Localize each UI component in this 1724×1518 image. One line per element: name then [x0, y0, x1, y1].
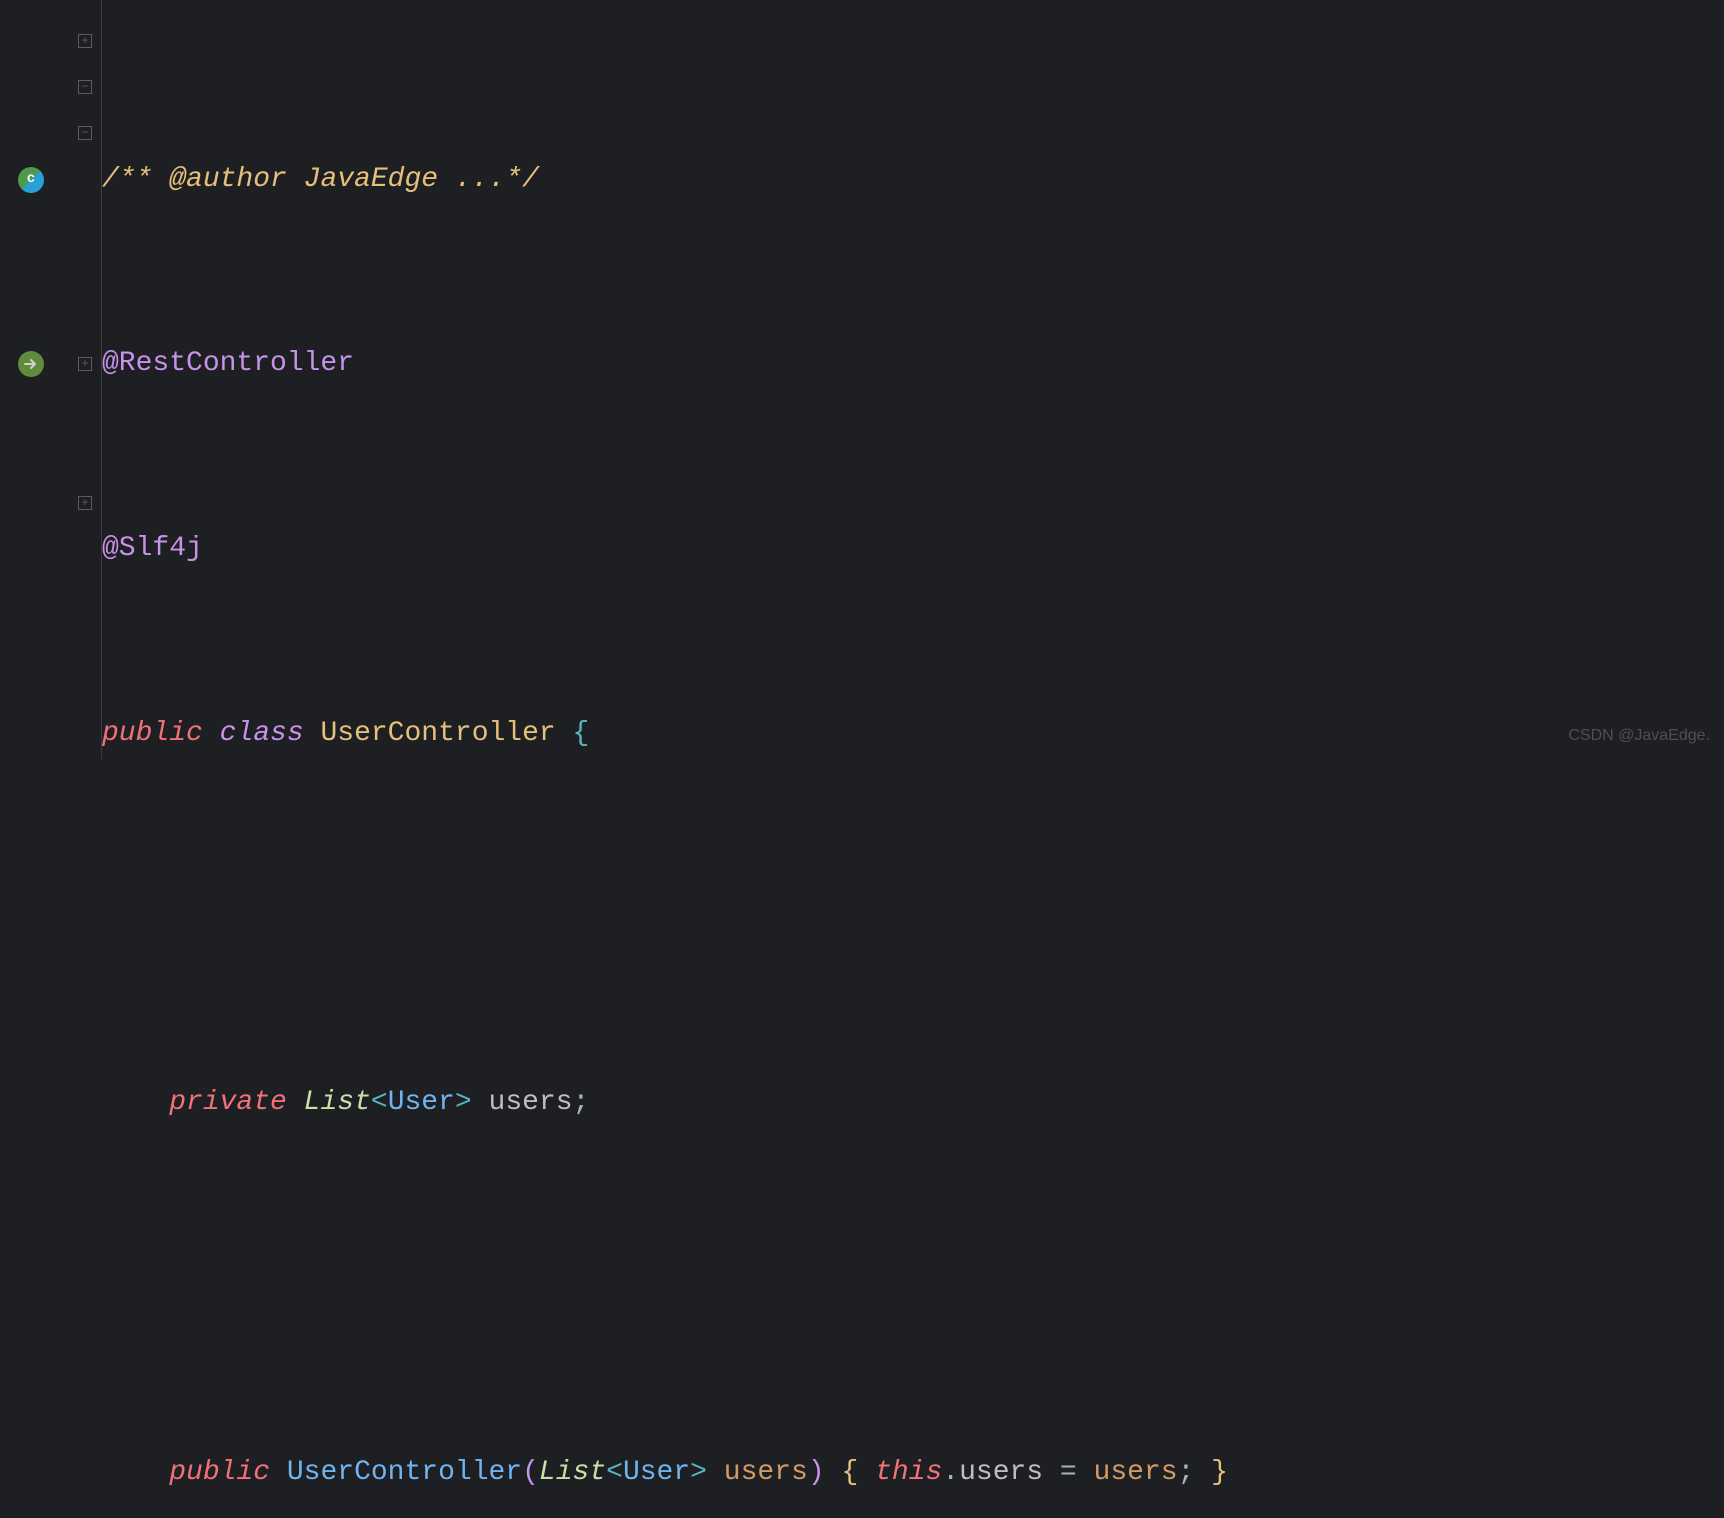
brace: {	[573, 711, 590, 757]
annotation: @Slf4j	[102, 526, 203, 572]
fold-expand-icon[interactable]	[78, 496, 92, 510]
fold-collapse-icon[interactable]	[78, 126, 92, 140]
class-name: UserController	[320, 711, 555, 757]
param-name: users	[724, 1450, 808, 1496]
code-line[interactable]: @RestController	[102, 341, 1228, 387]
keyword-public: public	[102, 711, 203, 757]
angle-bracket: <	[606, 1450, 623, 1496]
gutter-divider	[101, 0, 102, 759]
field-name: users	[489, 1080, 573, 1126]
code-line[interactable]: /** @author JavaEdge ...*/	[102, 157, 1228, 203]
code-editor[interactable]: /** @author JavaEdge ...*/ @RestControll…	[0, 0, 1724, 759]
code-line[interactable]: public UserController(List<User> users) …	[102, 1450, 1228, 1496]
watermark: CSDN @JavaEdge.	[1568, 723, 1710, 749]
fold-collapse-icon[interactable]	[78, 80, 92, 94]
type-list: List	[304, 1080, 371, 1126]
code-line[interactable]: @Slf4j	[102, 526, 1228, 572]
keyword-private: private	[169, 1080, 287, 1126]
class-gutter-icon[interactable]	[18, 167, 44, 193]
dot: .	[942, 1450, 959, 1496]
brace: }	[1211, 1450, 1228, 1496]
code-line[interactable]	[102, 1265, 1228, 1311]
angle-bracket: >	[690, 1450, 707, 1496]
paren: )	[808, 1450, 825, 1496]
keyword-public: public	[169, 1450, 270, 1496]
constructor-name: UserController	[287, 1450, 522, 1496]
code-line[interactable]: public class UserController {	[102, 711, 1228, 757]
paren: (	[522, 1450, 539, 1496]
gutter	[0, 0, 100, 759]
code-line[interactable]	[102, 896, 1228, 942]
annotation: @RestController	[102, 341, 354, 387]
semicolon: ;	[1178, 1450, 1195, 1496]
keyword-class: class	[220, 711, 304, 757]
run-gutter-icon[interactable]	[18, 351, 44, 377]
fold-expand-icon[interactable]	[78, 357, 92, 371]
code-line[interactable]: private List<User> users;	[102, 1080, 1228, 1126]
doc-comment: /** @author JavaEdge ...*/	[102, 157, 539, 203]
var-ref: users	[1094, 1450, 1178, 1496]
angle-bracket: >	[455, 1080, 472, 1126]
angle-bracket: <	[371, 1080, 388, 1126]
semicolon: ;	[573, 1080, 590, 1126]
type-user: User	[388, 1080, 455, 1126]
type-user: User	[623, 1450, 690, 1496]
brace: {	[841, 1450, 858, 1496]
keyword-this: this	[875, 1450, 942, 1496]
type-list: List	[539, 1450, 606, 1496]
field-ref: users	[959, 1450, 1043, 1496]
code-area[interactable]: /** @author JavaEdge ...*/ @RestControll…	[100, 0, 1228, 759]
operator-eq: =	[1043, 1450, 1093, 1496]
fold-expand-icon[interactable]	[78, 34, 92, 48]
